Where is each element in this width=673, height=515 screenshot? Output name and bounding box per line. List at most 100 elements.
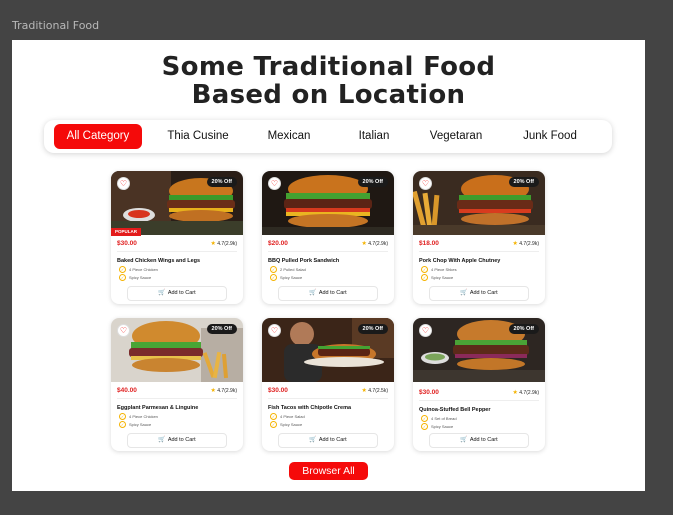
star-icon: ★ bbox=[512, 241, 518, 247]
heart-icon[interactable]: ♡ bbox=[117, 324, 130, 337]
feature-text: Spicy Sauce bbox=[129, 275, 152, 280]
discount-badge: 20% Off bbox=[508, 324, 539, 334]
feature-text: 4 Set of Bread bbox=[431, 416, 457, 421]
star-icon: ★ bbox=[210, 241, 216, 247]
add-to-cart-button[interactable]: 🛒 Add to Cart bbox=[127, 433, 227, 448]
feature-text: 4 Piece Shkes bbox=[431, 267, 457, 272]
heart-icon[interactable]: ♡ bbox=[268, 177, 281, 190]
feature-item: ✓ 4 Piece Shkes bbox=[421, 266, 457, 274]
food-card[interactable]: ♡ 20% Off $30.00 ★ 4.7(2.9k) Quinoa-Stuf… bbox=[413, 318, 545, 451]
feature-item: ✓ Spicy Sauce bbox=[270, 421, 303, 429]
feature-text: Spicy Sauce bbox=[129, 422, 152, 427]
feature-item: ✓ 4 Set of Bread bbox=[421, 415, 457, 423]
rating: ★ 4.7(2.9k) bbox=[361, 240, 388, 247]
food-name: Baked Chicken Wings and Legs bbox=[117, 258, 201, 264]
tab-all-category[interactable]: All Category bbox=[54, 124, 142, 149]
check-icon: ✓ bbox=[270, 413, 277, 421]
check-icon: ✓ bbox=[119, 421, 126, 429]
feature-item: ✓ Spicy Sauce bbox=[119, 274, 152, 282]
add-to-cart-button[interactable]: 🛒 Add to Cart bbox=[429, 433, 529, 448]
heart-icon[interactable]: ♡ bbox=[117, 177, 130, 190]
price: $20.00 bbox=[268, 240, 288, 247]
feature-item: ✓ Spicy Sauce bbox=[421, 274, 454, 282]
tab-thia-cusine[interactable]: Thia Cusine bbox=[156, 124, 240, 149]
category-tabs: All Category Thia Cusine Mexican Italian… bbox=[44, 120, 612, 153]
rating: ★ 4.7(2.9k) bbox=[512, 240, 539, 247]
feature-text: Spicy Sauce bbox=[280, 275, 303, 280]
tab-mexican[interactable]: Mexican bbox=[252, 124, 326, 149]
price: $30.00 bbox=[117, 240, 137, 247]
feature-text: 4 Piece Chicken bbox=[129, 267, 158, 272]
divider bbox=[268, 251, 388, 252]
cart-icon: 🛒 bbox=[158, 437, 166, 443]
title-line-1: Some Traditional Food bbox=[161, 52, 496, 82]
rating: ★ 4.7(2.9k) bbox=[210, 387, 237, 394]
tab-italian[interactable]: Italian bbox=[342, 124, 406, 149]
feature-item: ✓ 4 Piece Salad bbox=[270, 413, 305, 421]
food-card[interactable]: ♡ 20% Off $20.00 ★ 4.7(2.9k) BBQ Pulled … bbox=[262, 171, 394, 304]
star-icon: ★ bbox=[361, 241, 367, 247]
food-name: Eggplant Parmesan & Linguine bbox=[117, 405, 199, 411]
divider bbox=[117, 398, 237, 399]
page-canvas: Some Traditional Food Based on Location … bbox=[12, 40, 645, 491]
add-to-cart-label: Add to Cart bbox=[167, 290, 196, 296]
feature-item: ✓ 2 Pulled Salad bbox=[270, 266, 306, 274]
rating-value: 4.7(2.9k) bbox=[217, 388, 237, 394]
food-card[interactable]: ♡ 20% Off $40.00 ★ 4.7(2.9k) Eggplant Pa… bbox=[111, 318, 243, 451]
feature-text: Spicy Sauce bbox=[280, 422, 303, 427]
add-to-cart-button[interactable]: 🛒 Add to Cart bbox=[278, 286, 378, 301]
add-to-cart-button[interactable]: 🛒 Add to Cart bbox=[429, 286, 529, 301]
add-to-cart-button[interactable]: 🛒 Add to Cart bbox=[278, 433, 378, 448]
divider bbox=[268, 398, 388, 399]
star-icon: ★ bbox=[361, 388, 367, 394]
feature-item: ✓ Spicy Sauce bbox=[119, 421, 152, 429]
rating-value: 4.7(2.9k) bbox=[368, 241, 388, 247]
food-card[interactable]: ♡ 20% Off POPULAR $30.00 ★ 4.7(2.9k) Bak… bbox=[111, 171, 243, 304]
tab-vegetaran[interactable]: Vegetaran bbox=[416, 124, 496, 149]
check-icon: ✓ bbox=[421, 274, 428, 282]
discount-badge: 20% Off bbox=[206, 177, 237, 187]
rating-value: 4.7(2.9k) bbox=[217, 241, 237, 247]
food-name: Fish Tacos with Chipotle Crema bbox=[268, 405, 352, 411]
tab-junk-food[interactable]: Junk Food bbox=[510, 124, 590, 149]
add-to-cart-button[interactable]: 🛒 Add to Cart bbox=[127, 286, 227, 301]
feature-item: ✓ 4 Piece Chicken bbox=[119, 266, 158, 274]
check-icon: ✓ bbox=[421, 266, 428, 274]
feature-text: 2 Pulled Salad bbox=[280, 267, 306, 272]
check-icon: ✓ bbox=[270, 274, 277, 282]
cart-icon: 🛒 bbox=[460, 290, 468, 296]
title-line-2: Based on Location bbox=[191, 80, 466, 110]
rating: ★ 4.7(2.5k) bbox=[361, 387, 388, 394]
add-to-cart-label: Add to Cart bbox=[469, 437, 498, 443]
feature-text: 4 Piece Salad bbox=[280, 414, 305, 419]
discount-badge: 20% Off bbox=[357, 177, 388, 187]
star-icon: ★ bbox=[512, 390, 518, 396]
check-icon: ✓ bbox=[270, 266, 277, 274]
food-name: BBQ Pulled Pork Sandwich bbox=[268, 258, 340, 264]
discount-badge: 20% Off bbox=[357, 324, 388, 334]
add-to-cart-label: Add to Cart bbox=[469, 290, 498, 296]
feature-text: Spicy Sauce bbox=[431, 275, 454, 280]
heart-icon[interactable]: ♡ bbox=[268, 324, 281, 337]
rating-value: 4.7(2.9k) bbox=[519, 241, 539, 247]
food-name: Pork Chop With Apple Chutney bbox=[419, 258, 501, 264]
browse-all-button[interactable]: Browser All bbox=[289, 462, 368, 480]
price: $40.00 bbox=[117, 387, 137, 394]
divider bbox=[419, 400, 539, 401]
heart-icon[interactable]: ♡ bbox=[419, 324, 432, 337]
check-icon: ✓ bbox=[421, 415, 428, 423]
add-to-cart-label: Add to Cart bbox=[318, 290, 347, 296]
price: $30.00 bbox=[268, 387, 288, 394]
heart-icon[interactable]: ♡ bbox=[419, 177, 432, 190]
food-card[interactable]: ♡ 20% Off $30.00 ★ 4.7(2.5k) Fish Tacos … bbox=[262, 318, 394, 451]
divider bbox=[419, 251, 539, 252]
check-icon: ✓ bbox=[421, 423, 428, 431]
divider bbox=[117, 251, 237, 252]
food-card[interactable]: ♡ 20% Off $18.00 ★ 4.7(2.9k) Pork Chop W… bbox=[413, 171, 545, 304]
feature-item: ✓ Spicy Sauce bbox=[421, 423, 453, 431]
cart-icon: 🛒 bbox=[309, 290, 317, 296]
discount-badge: 20% Off bbox=[508, 177, 539, 187]
discount-badge: 20% Off bbox=[206, 324, 237, 334]
popular-tag: POPULAR bbox=[111, 228, 142, 236]
feature-text: 4 Piece Chicken bbox=[129, 414, 158, 419]
